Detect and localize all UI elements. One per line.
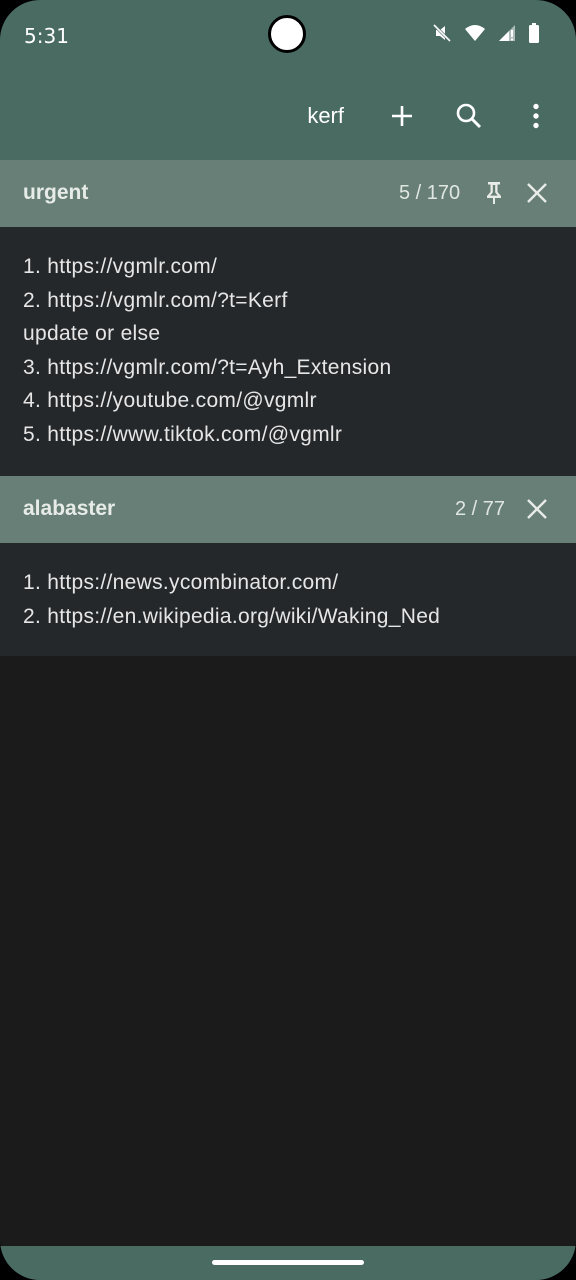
pin-icon	[487, 182, 501, 204]
group-title: alabaster	[23, 497, 116, 520]
group-header-alabaster[interactable]: alabaster 2 / 77	[0, 476, 576, 543]
group-body-alabaster[interactable]: 1. https://news.ycombinator.com/ 2. http…	[0, 543, 576, 656]
list-item[interactable]: update or else	[23, 317, 576, 351]
status-bar: 5:31	[0, 0, 576, 72]
mute-icon	[432, 23, 452, 48]
list-item[interactable]: 3. https://vgmlr.com/?t=Ayh_Extension	[23, 351, 576, 385]
add-button[interactable]	[378, 92, 426, 140]
list-item[interactable]: 1. https://news.ycombinator.com/	[23, 566, 576, 600]
close-icon	[527, 183, 547, 203]
wifi-icon	[464, 24, 486, 47]
app-toolbar: kerf	[0, 72, 576, 160]
close-group-button[interactable]	[514, 486, 560, 532]
home-gesture-handle[interactable]	[212, 1260, 364, 1265]
group-header-urgent[interactable]: urgent 5 / 170	[0, 160, 576, 227]
navigation-bar	[0, 1246, 576, 1280]
more-options-button[interactable]	[512, 92, 560, 140]
list-item[interactable]: 1. https://vgmlr.com/	[23, 250, 576, 284]
signal-icon	[498, 24, 516, 47]
more-vert-icon	[533, 103, 539, 129]
list-item[interactable]: 4. https://youtube.com/@vgmlr	[23, 384, 576, 418]
close-icon	[527, 499, 547, 519]
list-item[interactable]: 5. https://www.tiktok.com/@vgmlr	[23, 418, 576, 452]
group-count: 5 / 170	[399, 182, 461, 204]
phone-screen: 5:31 kerf urgent 5 / 170 1. https://vgml…	[0, 0, 576, 1280]
add-icon	[392, 106, 412, 126]
front-camera	[268, 15, 306, 53]
search-button[interactable]	[445, 92, 493, 140]
search-icon	[456, 103, 482, 129]
list-item[interactable]: 2. https://en.wikipedia.org/wiki/Waking_…	[23, 600, 576, 634]
group-title: urgent	[23, 181, 89, 204]
group-body-urgent[interactable]: 1. https://vgmlr.com/ 2. https://vgmlr.c…	[0, 227, 576, 476]
pin-button[interactable]	[471, 170, 517, 216]
close-group-button[interactable]	[514, 170, 560, 216]
group-count: 2 / 77	[455, 498, 506, 520]
battery-icon	[528, 23, 540, 48]
status-time: 5:31	[24, 24, 69, 48]
status-icons	[432, 23, 540, 48]
list-item[interactable]: 2. https://vgmlr.com/?t=Kerf	[23, 284, 576, 318]
toolbar-title[interactable]: kerf	[307, 103, 344, 129]
